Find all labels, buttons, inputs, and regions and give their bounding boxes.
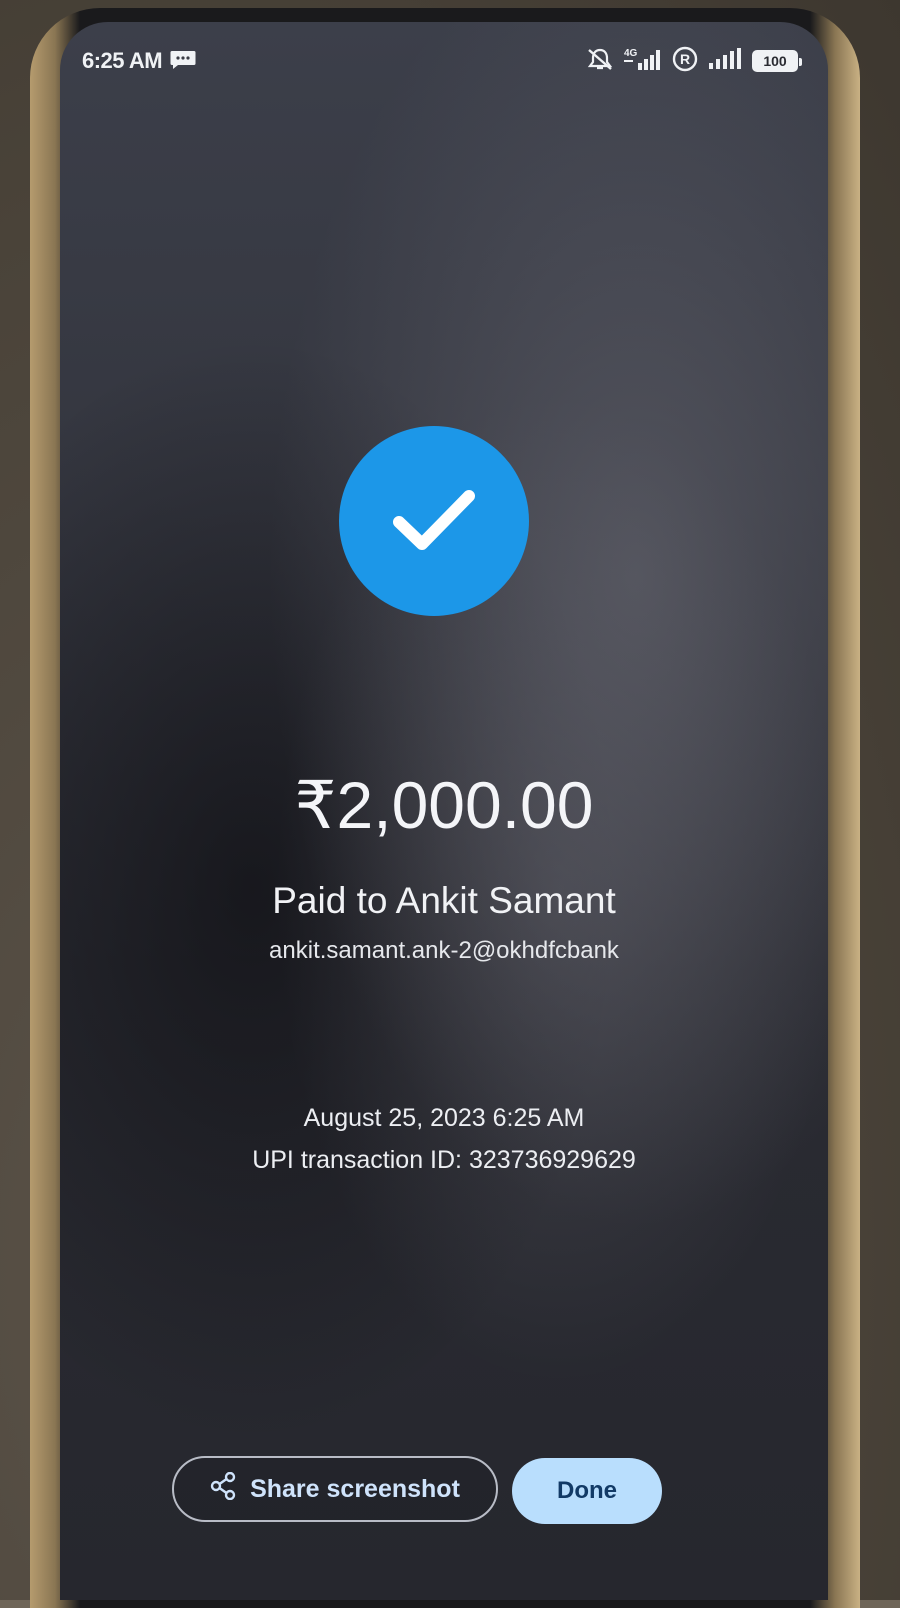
share-screenshot-label: Share screenshot xyxy=(250,1474,460,1503)
payee-name: Paid to Ankit Samant xyxy=(272,880,616,921)
message-icon xyxy=(170,50,196,70)
signal-4g-icon: 4G xyxy=(624,47,662,76)
payment-datetime: August 25, 2023 6:25 AM xyxy=(303,1104,585,1132)
success-check-icon xyxy=(339,426,529,616)
status-time: 6:25 AM xyxy=(82,48,163,73)
mute-icon xyxy=(586,47,614,76)
transaction-id: UPI transaction ID: 323736929629 xyxy=(252,1146,636,1174)
status-bar: 6:25 AM 4G R 100 xyxy=(60,22,828,102)
battery-icon: 100 xyxy=(752,50,802,72)
roaming-icon: R xyxy=(672,46,698,77)
share-screenshot-button[interactable]: Share screenshot xyxy=(172,1456,498,1522)
svg-text:R: R xyxy=(680,51,690,67)
battery-level: 100 xyxy=(763,53,787,69)
status-icons: 4G R 100 xyxy=(586,46,802,77)
share-icon xyxy=(210,1471,236,1507)
svg-text:4G: 4G xyxy=(624,48,638,59)
done-label: Done xyxy=(557,1477,617,1504)
payee-upi-id: ankit.samant.ank-2@okhdfcbank xyxy=(269,937,619,964)
signal-icon xyxy=(708,47,742,75)
payment-amount: ₹2,000.00 xyxy=(294,768,594,842)
phone-screen: 6:25 AM 4G R 100 ₹2,000.00 Paid to Ankit… xyxy=(60,22,828,1600)
done-button[interactable]: Done xyxy=(512,1458,662,1524)
